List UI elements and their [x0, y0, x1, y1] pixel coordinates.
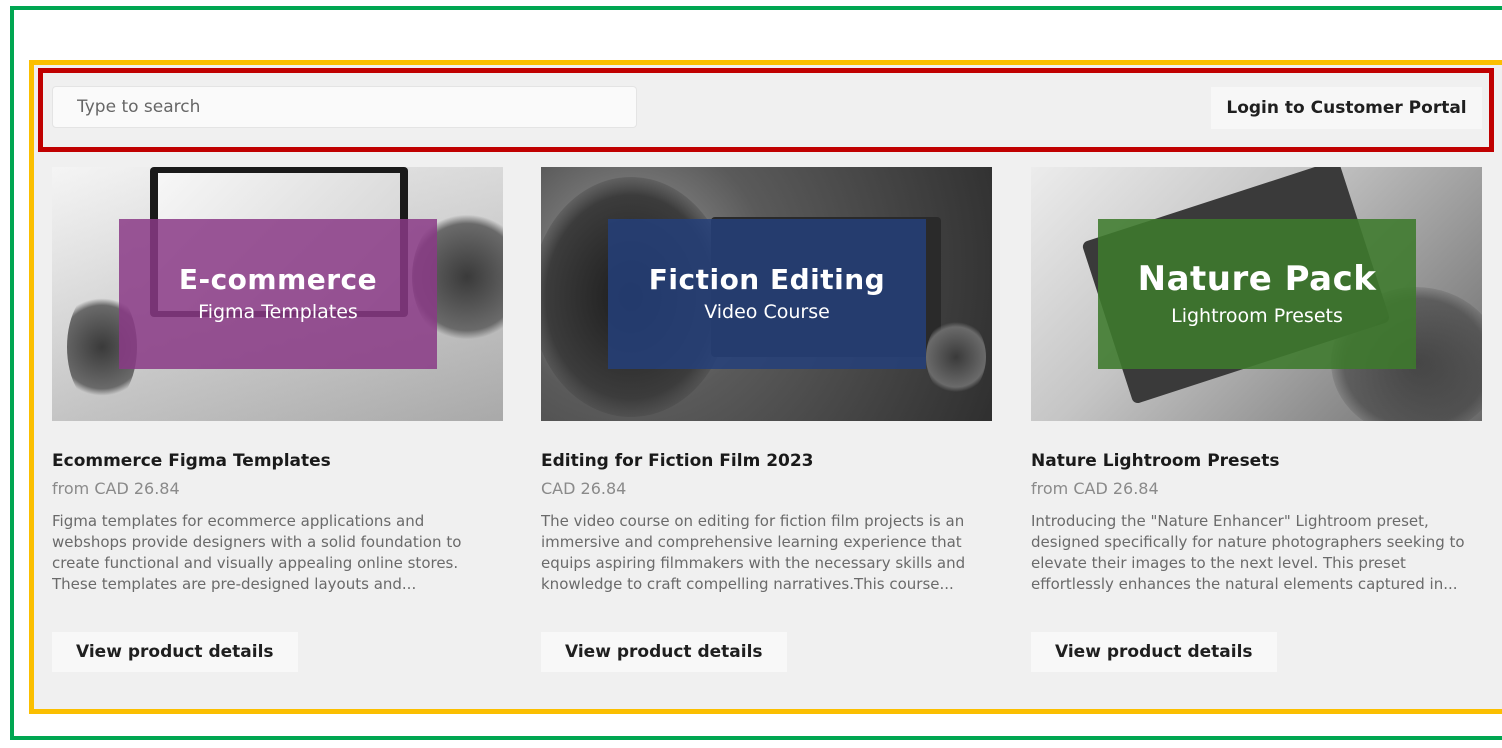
banner-subtitle: Video Course	[704, 301, 830, 324]
product-title[interactable]: Ecommerce Figma Templates	[52, 451, 503, 471]
product-banner: E-commerce Figma Templates	[119, 219, 437, 369]
banner-subtitle: Lightroom Presets	[1171, 304, 1343, 327]
product-image[interactable]: E-commerce Figma Templates	[52, 167, 503, 421]
product-image[interactable]: Nature Pack Lightroom Presets	[1031, 167, 1482, 421]
product-banner: Nature Pack Lightroom Presets	[1098, 219, 1416, 369]
search-input[interactable]	[52, 86, 637, 128]
view-product-details-button[interactable]: View product details	[1031, 632, 1277, 672]
product-description: Figma templates for ecommerce applicatio…	[52, 512, 462, 593]
product-description: Introducing the "Nature Enhancer" Lightr…	[1031, 512, 1465, 593]
product-price: from CAD 26.84	[52, 479, 180, 498]
product-description: The video course on editing for fiction …	[541, 512, 966, 593]
login-customer-portal-button[interactable]: Login to Customer Portal	[1211, 87, 1482, 129]
product-title[interactable]: Editing for Fiction Film 2023	[541, 451, 992, 471]
banner-subtitle: Figma Templates	[198, 301, 358, 324]
view-product-details-button[interactable]: View product details	[541, 632, 787, 672]
product-price: CAD 26.84	[541, 479, 627, 498]
view-product-details-button[interactable]: View product details	[52, 632, 298, 672]
banner-title: Nature Pack	[1137, 259, 1377, 300]
banner-title: E-commerce	[178, 262, 378, 296]
product-price: from CAD 26.84	[1031, 479, 1159, 498]
product-banner: Fiction Editing Video Course	[608, 219, 926, 369]
product-card-ecommerce: E-commerce Figma Templates Ecommerce Fig…	[52, 167, 503, 672]
product-image[interactable]: Fiction Editing Video Course	[541, 167, 992, 421]
product-title[interactable]: Nature Lightroom Presets	[1031, 451, 1482, 471]
banner-title: Fiction Editing	[648, 262, 886, 296]
product-card-fiction-editing: Fiction Editing Video Course Editing for…	[541, 167, 992, 672]
plant-shape	[926, 317, 986, 397]
product-card-nature-pack: Nature Pack Lightroom Presets Nature Lig…	[1031, 167, 1482, 672]
